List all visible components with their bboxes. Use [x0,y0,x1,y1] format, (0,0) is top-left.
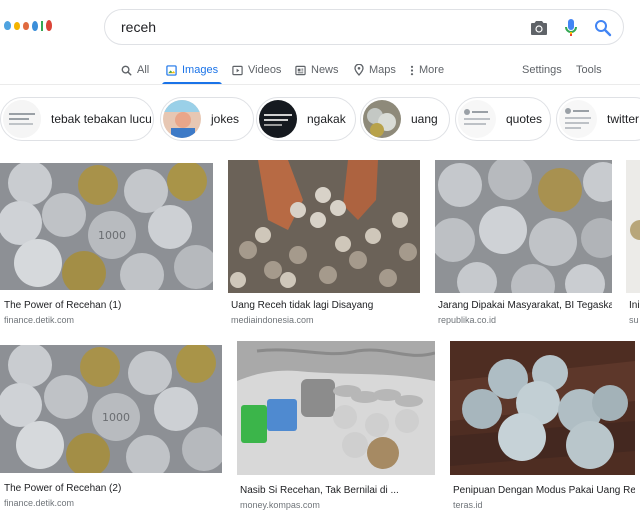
result-caption: Uang Receh tidak lagi Disayang [231,300,374,311]
tab-videos[interactable]: Videos [232,56,281,84]
result-caption: The Power of Recehan (2) [4,483,122,494]
search-box [104,9,624,45]
video-icon [232,65,243,75]
image-result[interactable]: Uang Receh tidak lagi Disayang mediaindo… [228,160,421,325]
settings-label: Settings [522,64,562,76]
svg-text:1000: 1000 [98,229,126,242]
result-thumbnail: 1000 [0,345,222,473]
result-thumbnail [237,341,435,475]
result-thumbnail [450,341,635,475]
chip-label: uang [411,112,438,126]
tab-label: More [419,64,445,76]
tab-label: All [137,64,150,76]
chip-tebak-tebakan-lucu[interactable]: tebak tebakan lucu [0,97,154,141]
camera-icon[interactable] [529,18,549,38]
image-result[interactable]: Nasib Si Recehan, Tak Bernilai di ... mo… [237,341,436,510]
result-thumbnail [626,160,640,293]
related-searches-bar: tebak tebakan lucu jokes ngakak uang quo… [0,97,640,141]
chip-ngakak[interactable]: ngakak [256,97,356,141]
settings-link[interactable]: Settings [522,56,562,84]
tab-more[interactable]: More [410,56,444,84]
image-result[interactable]: Ini su [626,160,640,325]
result-source: mediaindonesia.com [231,315,314,325]
search-icon[interactable] [593,18,613,38]
result-source: su [629,315,639,325]
chip-twitter[interactable]: twitter [556,97,640,141]
image-icon [166,64,177,76]
tab-images[interactable]: Images [161,56,223,85]
chip-label: ngakak [307,112,346,126]
chip-thumbnail [163,100,201,138]
tab-maps[interactable]: Maps [354,56,396,84]
result-caption: Penipuan Dengan Modus Pakai Uang Rec... [453,485,635,496]
result-source: teras.id [453,500,483,510]
tab-news[interactable]: News [295,56,339,84]
image-result[interactable]: 1000 The Power of Recehan (1) finance.de… [0,163,214,325]
tabs-divider [0,84,640,85]
image-result[interactable]: Penipuan Dengan Modus Pakai Uang Rec... … [450,341,636,510]
logo-doodle-icon [23,21,29,30]
logo-doodle-icon [4,21,11,30]
chip-thumbnail [559,100,597,138]
search-tabs: All Images Videos News Maps More Setting… [0,56,640,85]
chip-thumbnail [3,100,41,138]
logo-doodle-icon [41,20,43,31]
result-source: republika.co.id [438,315,497,325]
result-thumbnail: 1000 [0,163,213,290]
tab-label: Maps [369,64,396,76]
chip-thumbnail [259,100,297,138]
logo-doodle-icon [32,20,38,31]
result-caption: The Power of Recehan (1) [4,300,122,311]
tab-label: Videos [248,64,282,76]
search-icon [121,65,132,75]
tools-label: Tools [576,64,602,76]
result-caption: Ini [629,300,640,311]
search-input[interactable] [121,19,511,35]
result-thumbnail [435,160,612,293]
image-result[interactable]: 1000 The Power of Recehan (2) finance.de… [0,345,223,510]
result-source: finance.detik.com [4,498,75,508]
news-icon [295,65,306,75]
tools-link[interactable]: Tools [576,56,602,84]
chip-thumbnail [458,100,496,138]
page: { "search": { "query": "receh" }, "tabs"… [0,0,640,512]
chip-label: jokes [211,112,240,126]
chip-label: twitter [607,112,640,126]
tab-label: News [311,64,339,76]
chip-thumbnail [363,100,401,138]
chip-uang[interactable]: uang [360,97,450,141]
tab-label: Images [182,64,219,76]
chip-jokes[interactable]: jokes [160,97,254,141]
image-result[interactable]: Jarang Dipakai Masyarakat, BI Tegaska...… [435,160,613,325]
more-vertical-icon [410,65,414,75]
svg-text:1000: 1000 [102,411,130,424]
logo-doodle-icon [46,20,52,31]
map-pin-icon [354,64,364,76]
logo-doodle-icon [14,21,20,30]
result-caption: Nasib Si Recehan, Tak Bernilai di ... [240,485,399,496]
chip-label: tebak tebakan lucu [51,112,152,126]
result-thumbnail [228,160,420,293]
chip-label: quotes [506,112,543,126]
microphone-icon[interactable] [561,18,581,38]
result-caption: Jarang Dipakai Masyarakat, BI Tegaska... [438,300,612,311]
result-source: finance.detik.com [4,315,75,325]
tab-all[interactable]: All [121,56,149,84]
google-logo[interactable] [4,20,52,31]
result-source: money.kompas.com [240,500,320,510]
chip-quotes[interactable]: quotes [455,97,551,141]
